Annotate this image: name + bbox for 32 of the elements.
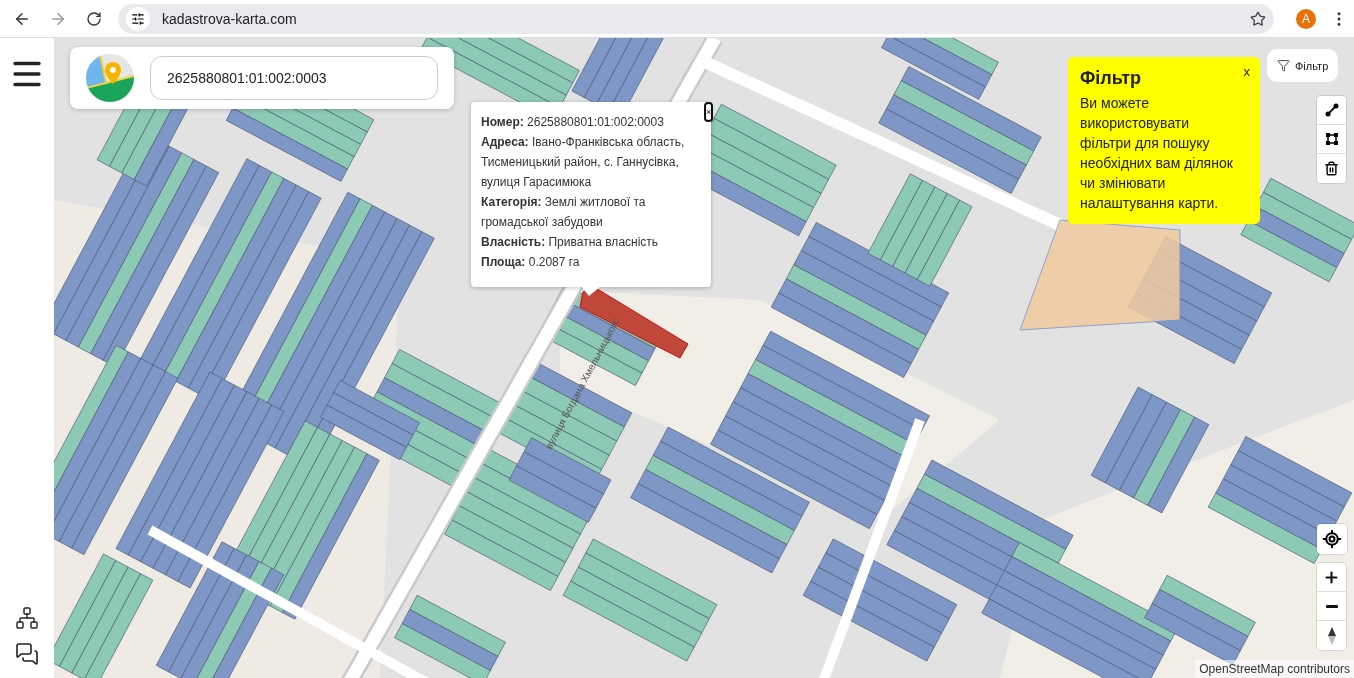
minus-icon	[1325, 604, 1338, 608]
polygon-tool-icon	[1324, 132, 1339, 146]
line-tool-icon	[1324, 103, 1339, 117]
compass-icon	[1326, 625, 1337, 646]
chat-bubbles-icon	[15, 642, 39, 666]
parcel-info-line: Номер: 2625880801:01:002:0003	[481, 114, 665, 131]
reload-icon	[86, 10, 102, 27]
map-attribution: OpenStreetMap contributors	[1195, 660, 1354, 678]
parcel-info-line: Площа: 0.2087 га	[481, 254, 581, 271]
parcel-info-line: Власність: Приватна власність	[481, 234, 660, 251]
search-field[interactable]: 2625880801:01:002:0003	[150, 56, 438, 100]
parcel-info-line: Адреса: Івано-Франківська область, Тисменицький район, с. Ганнусівка, вулиця Гарасимюка	[481, 134, 686, 191]
address-bar[interactable]: kadastrova-karta.com	[118, 3, 1274, 34]
sliders-icon	[131, 11, 145, 26]
popup-close-button[interactable]: ×	[704, 102, 713, 122]
tooltip-text: Ви можете використовувати фільтри для пошуку необхідних вам ділянок чи змінювати налаштування карти.	[1080, 94, 1234, 213]
filter-button[interactable]: Фільтр	[1267, 49, 1339, 82]
site-settings-button[interactable]	[126, 6, 150, 31]
filter-icon	[1277, 59, 1290, 72]
url-text: kadastrova-karta.com	[162, 10, 298, 27]
hierarchy-icon	[15, 606, 39, 630]
plus-icon	[1323, 568, 1340, 586]
parcel-info-line: Категорія: Землі житлової та громадської забудови	[481, 194, 647, 231]
bookmark-star-icon[interactable]	[1250, 10, 1266, 27]
locate-button[interactable]	[1317, 524, 1347, 554]
hierarchy-button[interactable]	[15, 606, 39, 630]
locate-icon	[1322, 529, 1342, 549]
trash-icon	[1324, 161, 1339, 176]
tooltip-title: Фільтр	[1080, 68, 1142, 89]
map-logo-icon	[86, 54, 134, 102]
chat-button[interactable]	[15, 642, 39, 666]
tooltip-close-button[interactable]: x	[1243, 64, 1250, 79]
